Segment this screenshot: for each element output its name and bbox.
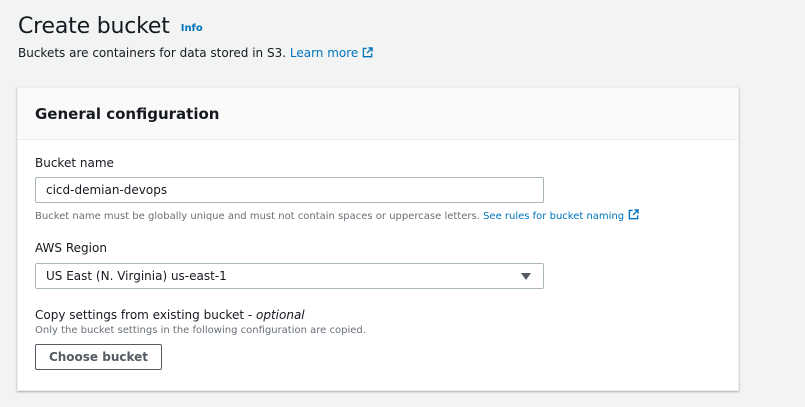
copy-settings-label-text: Copy settings from existing bucket - xyxy=(35,308,253,322)
general-configuration-panel: General configuration Bucket name cicd-d… xyxy=(17,87,739,391)
optional-tag: optional xyxy=(256,308,305,322)
bucket-naming-rules-link[interactable]: See rules for bucket naming xyxy=(483,209,639,222)
bucket-naming-rules-label: See rules for bucket naming xyxy=(483,211,625,222)
aws-region-select[interactable]: US East (N. Virginia) us-east-1 xyxy=(35,263,544,289)
page-description: Buckets are containers for data stored i… xyxy=(18,46,374,60)
learn-more-link[interactable]: Learn more xyxy=(289,46,374,60)
copy-settings-label: Copy settings from existing bucket - opt… xyxy=(35,308,305,322)
page-title: Create bucket xyxy=(18,14,170,39)
bucket-name-label: Bucket name xyxy=(35,156,114,170)
caret-down-icon xyxy=(521,273,531,280)
learn-more-label: Learn more xyxy=(289,46,359,60)
panel-header: General configuration xyxy=(18,88,738,140)
bucket-name-hint-text: Bucket name must be globally unique and … xyxy=(35,211,480,222)
aws-region-selected-value: US East (N. Virginia) us-east-1 xyxy=(46,269,227,283)
info-link[interactable]: Info xyxy=(181,23,203,34)
bucket-name-input[interactable]: cicd-demian-devops xyxy=(35,177,544,203)
external-link-icon xyxy=(628,209,639,220)
bucket-name-hint: Bucket name must be globally unique and … xyxy=(35,209,639,222)
page-description-text: Buckets are containers for data stored i… xyxy=(18,46,287,60)
external-link-icon xyxy=(362,47,374,58)
aws-region-label: AWS Region xyxy=(35,241,107,255)
choose-bucket-button[interactable]: Choose bucket xyxy=(35,344,162,370)
copy-settings-hint: Only the bucket settings in the followin… xyxy=(35,325,366,336)
page-header: Create bucket Info xyxy=(18,14,203,39)
panel-title: General configuration xyxy=(35,105,220,123)
